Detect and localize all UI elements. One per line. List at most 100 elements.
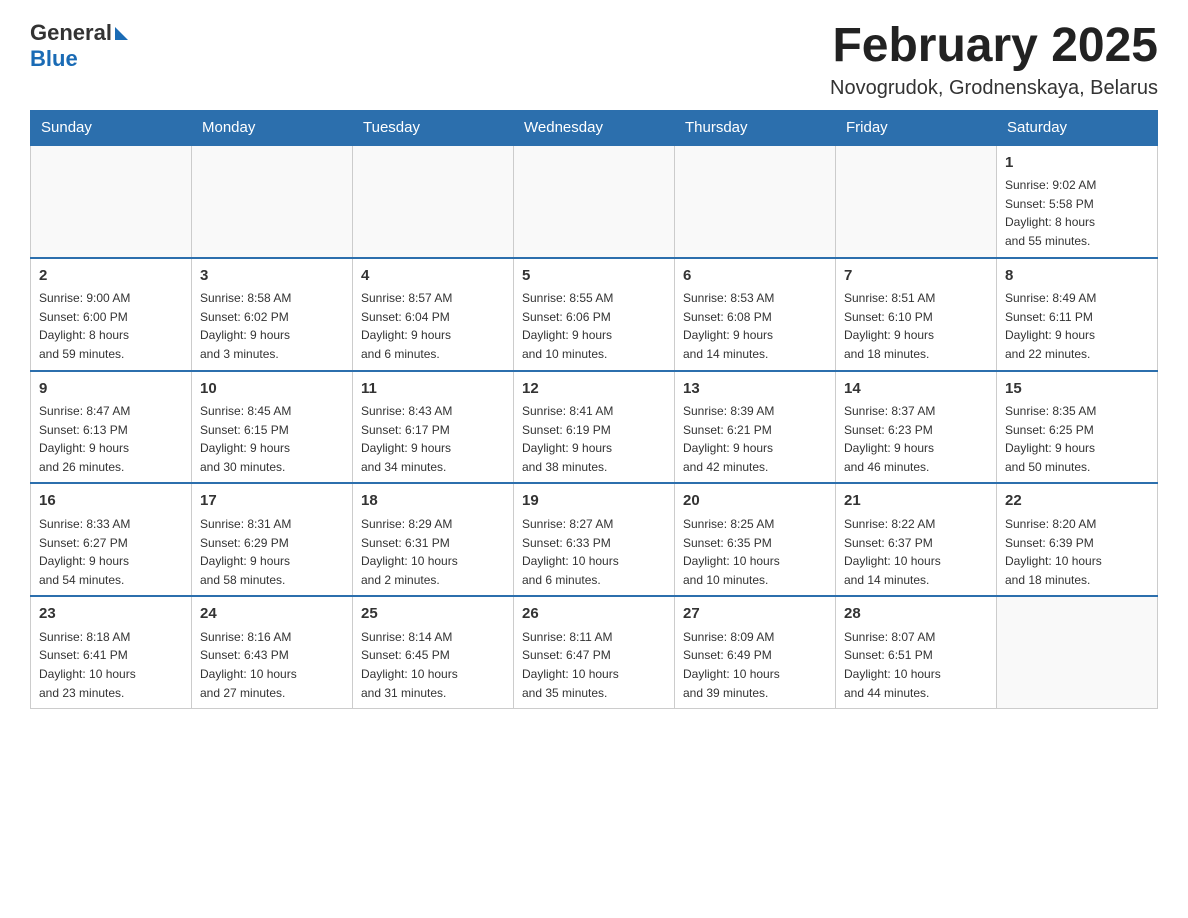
- day-number: 7: [844, 265, 988, 288]
- weekday-header-row: SundayMondayTuesdayWednesdayThursdayFrid…: [31, 110, 1158, 145]
- day-info: Sunrise: 8:41 AM Sunset: 6:19 PM Dayligh…: [522, 402, 666, 476]
- calendar-cell: [836, 145, 997, 258]
- calendar-cell: 23Sunrise: 8:18 AM Sunset: 6:41 PM Dayli…: [31, 596, 192, 708]
- page-header: General Blue February 2025 Novogrudok, G…: [30, 20, 1158, 100]
- calendar-cell: 22Sunrise: 8:20 AM Sunset: 6:39 PM Dayli…: [997, 483, 1158, 596]
- calendar-cell: 16Sunrise: 8:33 AM Sunset: 6:27 PM Dayli…: [31, 483, 192, 596]
- calendar-week-row: 16Sunrise: 8:33 AM Sunset: 6:27 PM Dayli…: [31, 483, 1158, 596]
- day-number: 12: [522, 378, 666, 401]
- calendar-cell: [514, 145, 675, 258]
- day-info: Sunrise: 8:27 AM Sunset: 6:33 PM Dayligh…: [522, 515, 666, 589]
- calendar-cell: 6Sunrise: 8:53 AM Sunset: 6:08 PM Daylig…: [675, 258, 836, 371]
- calendar-cell: 24Sunrise: 8:16 AM Sunset: 6:43 PM Dayli…: [192, 596, 353, 708]
- day-number: 21: [844, 490, 988, 513]
- calendar-cell: [192, 145, 353, 258]
- day-info: Sunrise: 8:11 AM Sunset: 6:47 PM Dayligh…: [522, 628, 666, 702]
- day-number: 28: [844, 603, 988, 626]
- day-info: Sunrise: 8:31 AM Sunset: 6:29 PM Dayligh…: [200, 515, 344, 589]
- calendar-cell: 25Sunrise: 8:14 AM Sunset: 6:45 PM Dayli…: [353, 596, 514, 708]
- day-number: 10: [200, 378, 344, 401]
- calendar-cell: 13Sunrise: 8:39 AM Sunset: 6:21 PM Dayli…: [675, 371, 836, 484]
- logo-triangle-icon: [115, 27, 128, 40]
- calendar-subtitle: Novogrudok, Grodnenskaya, Belarus: [830, 77, 1158, 100]
- day-number: 23: [39, 603, 183, 626]
- calendar-cell: 9Sunrise: 8:47 AM Sunset: 6:13 PM Daylig…: [31, 371, 192, 484]
- calendar-cell: 2Sunrise: 9:00 AM Sunset: 6:00 PM Daylig…: [31, 258, 192, 371]
- calendar-cell: 21Sunrise: 8:22 AM Sunset: 6:37 PM Dayli…: [836, 483, 997, 596]
- calendar-cell: 18Sunrise: 8:29 AM Sunset: 6:31 PM Dayli…: [353, 483, 514, 596]
- calendar-week-row: 9Sunrise: 8:47 AM Sunset: 6:13 PM Daylig…: [31, 371, 1158, 484]
- day-info: Sunrise: 8:53 AM Sunset: 6:08 PM Dayligh…: [683, 289, 827, 363]
- day-number: 16: [39, 490, 183, 513]
- calendar-cell: 14Sunrise: 8:37 AM Sunset: 6:23 PM Dayli…: [836, 371, 997, 484]
- weekday-header-tuesday: Tuesday: [353, 110, 514, 145]
- day-number: 1: [1005, 152, 1149, 175]
- calendar-week-row: 1Sunrise: 9:02 AM Sunset: 5:58 PM Daylig…: [31, 145, 1158, 258]
- day-number: 13: [683, 378, 827, 401]
- day-info: Sunrise: 8:49 AM Sunset: 6:11 PM Dayligh…: [1005, 289, 1149, 363]
- day-number: 14: [844, 378, 988, 401]
- calendar-table: SundayMondayTuesdayWednesdayThursdayFrid…: [30, 110, 1158, 709]
- day-number: 19: [522, 490, 666, 513]
- calendar-week-row: 23Sunrise: 8:18 AM Sunset: 6:41 PM Dayli…: [31, 596, 1158, 708]
- logo: General Blue: [30, 20, 128, 72]
- weekday-header-friday: Friday: [836, 110, 997, 145]
- day-info: Sunrise: 9:02 AM Sunset: 5:58 PM Dayligh…: [1005, 176, 1149, 250]
- calendar-title-area: February 2025 Novogrudok, Grodnenskaya, …: [830, 20, 1158, 100]
- calendar-cell: 19Sunrise: 8:27 AM Sunset: 6:33 PM Dayli…: [514, 483, 675, 596]
- day-info: Sunrise: 8:25 AM Sunset: 6:35 PM Dayligh…: [683, 515, 827, 589]
- day-info: Sunrise: 8:43 AM Sunset: 6:17 PM Dayligh…: [361, 402, 505, 476]
- calendar-cell: 11Sunrise: 8:43 AM Sunset: 6:17 PM Dayli…: [353, 371, 514, 484]
- day-info: Sunrise: 8:55 AM Sunset: 6:06 PM Dayligh…: [522, 289, 666, 363]
- calendar-cell: [31, 145, 192, 258]
- day-info: Sunrise: 8:58 AM Sunset: 6:02 PM Dayligh…: [200, 289, 344, 363]
- day-number: 17: [200, 490, 344, 513]
- weekday-header-wednesday: Wednesday: [514, 110, 675, 145]
- day-info: Sunrise: 8:45 AM Sunset: 6:15 PM Dayligh…: [200, 402, 344, 476]
- day-number: 4: [361, 265, 505, 288]
- day-number: 11: [361, 378, 505, 401]
- day-info: Sunrise: 8:39 AM Sunset: 6:21 PM Dayligh…: [683, 402, 827, 476]
- calendar-cell: 8Sunrise: 8:49 AM Sunset: 6:11 PM Daylig…: [997, 258, 1158, 371]
- weekday-header-thursday: Thursday: [675, 110, 836, 145]
- calendar-cell: 15Sunrise: 8:35 AM Sunset: 6:25 PM Dayli…: [997, 371, 1158, 484]
- calendar-cell: [997, 596, 1158, 708]
- day-number: 15: [1005, 378, 1149, 401]
- calendar-cell: [675, 145, 836, 258]
- day-number: 9: [39, 378, 183, 401]
- calendar-cell: 10Sunrise: 8:45 AM Sunset: 6:15 PM Dayli…: [192, 371, 353, 484]
- day-number: 6: [683, 265, 827, 288]
- calendar-cell: 20Sunrise: 8:25 AM Sunset: 6:35 PM Dayli…: [675, 483, 836, 596]
- day-number: 18: [361, 490, 505, 513]
- day-info: Sunrise: 8:57 AM Sunset: 6:04 PM Dayligh…: [361, 289, 505, 363]
- day-number: 3: [200, 265, 344, 288]
- day-info: Sunrise: 8:14 AM Sunset: 6:45 PM Dayligh…: [361, 628, 505, 702]
- calendar-week-row: 2Sunrise: 9:00 AM Sunset: 6:00 PM Daylig…: [31, 258, 1158, 371]
- day-info: Sunrise: 8:22 AM Sunset: 6:37 PM Dayligh…: [844, 515, 988, 589]
- weekday-header-saturday: Saturday: [997, 110, 1158, 145]
- calendar-cell: 5Sunrise: 8:55 AM Sunset: 6:06 PM Daylig…: [514, 258, 675, 371]
- calendar-title: February 2025: [830, 20, 1158, 73]
- day-info: Sunrise: 8:47 AM Sunset: 6:13 PM Dayligh…: [39, 402, 183, 476]
- calendar-cell: 27Sunrise: 8:09 AM Sunset: 6:49 PM Dayli…: [675, 596, 836, 708]
- calendar-cell: 4Sunrise: 8:57 AM Sunset: 6:04 PM Daylig…: [353, 258, 514, 371]
- day-number: 25: [361, 603, 505, 626]
- day-info: Sunrise: 8:18 AM Sunset: 6:41 PM Dayligh…: [39, 628, 183, 702]
- day-number: 20: [683, 490, 827, 513]
- day-info: Sunrise: 8:09 AM Sunset: 6:49 PM Dayligh…: [683, 628, 827, 702]
- day-number: 8: [1005, 265, 1149, 288]
- calendar-cell: 7Sunrise: 8:51 AM Sunset: 6:10 PM Daylig…: [836, 258, 997, 371]
- calendar-cell: 12Sunrise: 8:41 AM Sunset: 6:19 PM Dayli…: [514, 371, 675, 484]
- day-info: Sunrise: 8:33 AM Sunset: 6:27 PM Dayligh…: [39, 515, 183, 589]
- calendar-cell: 1Sunrise: 9:02 AM Sunset: 5:58 PM Daylig…: [997, 145, 1158, 258]
- day-info: Sunrise: 8:37 AM Sunset: 6:23 PM Dayligh…: [844, 402, 988, 476]
- calendar-cell: 26Sunrise: 8:11 AM Sunset: 6:47 PM Dayli…: [514, 596, 675, 708]
- weekday-header-sunday: Sunday: [31, 110, 192, 145]
- day-info: Sunrise: 9:00 AM Sunset: 6:00 PM Dayligh…: [39, 289, 183, 363]
- weekday-header-monday: Monday: [192, 110, 353, 145]
- calendar-cell: 28Sunrise: 8:07 AM Sunset: 6:51 PM Dayli…: [836, 596, 997, 708]
- day-number: 27: [683, 603, 827, 626]
- day-number: 5: [522, 265, 666, 288]
- day-number: 2: [39, 265, 183, 288]
- day-info: Sunrise: 8:51 AM Sunset: 6:10 PM Dayligh…: [844, 289, 988, 363]
